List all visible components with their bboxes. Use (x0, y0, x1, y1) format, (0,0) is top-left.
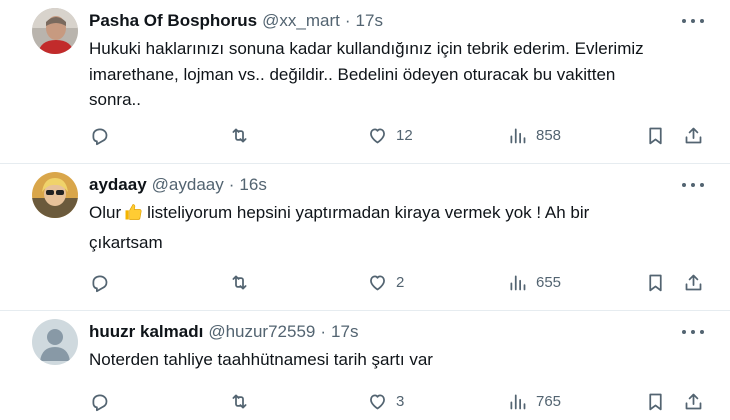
user-photo-avatar-icon (32, 8, 78, 54)
retweet-icon (232, 275, 247, 289)
avatar[interactable] (32, 319, 78, 365)
view-count: 655 (536, 273, 562, 291)
share-icon (685, 274, 702, 290)
tweet-text: Noterden tahliye taahhütnamesi tarih şar… (89, 347, 719, 373)
tweet-header: Pasha Of Bosphorus @xx_mart · 17s (89, 10, 383, 32)
action-bar: 2 655 (89, 270, 709, 294)
reply-feed: Pasha Of Bosphorus @xx_mart · 17s Hukuki ha… (0, 0, 730, 420)
reply-button[interactable] (89, 270, 110, 294)
reply-button[interactable] (89, 389, 110, 413)
timestamp[interactable]: 16s (239, 175, 266, 194)
like-count: 2 (396, 273, 405, 291)
like-icon (370, 394, 385, 409)
timestamp[interactable]: 17s (331, 322, 358, 341)
tweet-text-line: imarethane, lojman vs.. değildir.. Bedel… (89, 64, 616, 84)
tweet-text-line: çıkartsam (89, 232, 163, 252)
more-icon[interactable] (682, 12, 704, 30)
share-button[interactable] (683, 270, 704, 294)
tweet-header: huuzr kalmadı @huzur72559 · 17s (89, 321, 358, 343)
user-photo-avatar-icon (32, 172, 78, 218)
view-count: 858 (536, 126, 562, 144)
more-icon[interactable] (682, 176, 704, 194)
tweet-text: Hukuki haklarınızı sonuna kadar kullandı… (89, 36, 719, 113)
like-button[interactable]: 3 (367, 389, 404, 413)
share-icon (685, 393, 702, 409)
separator-dot: · (344, 11, 351, 30)
reply-button[interactable] (89, 123, 110, 147)
timestamp[interactable]: 17s (356, 11, 383, 30)
tweet-item[interactable]: huuzr kalmadı @huzur72559 · 17s Noterden ta… (0, 311, 730, 420)
like-count: 12 (396, 126, 413, 144)
views-icon (510, 128, 526, 143)
reply-icon (92, 128, 108, 145)
tweet-item[interactable]: aydaay @aydaay · 16s Olur listeliyorum hepsi… (0, 164, 730, 311)
views-button[interactable]: 765 (507, 389, 561, 413)
views-icon (510, 394, 526, 409)
bookmark-icon (649, 274, 662, 291)
action-bar: 12 858 (89, 123, 709, 147)
avatar[interactable] (32, 172, 78, 218)
retweet-icon (232, 394, 247, 408)
tweet-text: Olur listeliyorum hepsini yaptırmadan kir… (89, 200, 719, 255)
like-count: 3 (396, 392, 405, 410)
tweet-text-fragment: Olur (89, 203, 122, 222)
tweet-header: aydaay @aydaay · 16s (89, 174, 267, 196)
default-avatar-icon (32, 319, 78, 365)
bookmark-button[interactable] (645, 270, 666, 294)
thumbs-up-emoji-icon (123, 202, 143, 230)
like-icon (370, 128, 385, 143)
bookmark-button[interactable] (645, 389, 666, 413)
reply-icon (92, 394, 108, 411)
action-bar: 3 765 (89, 389, 709, 413)
retweet-icon (232, 128, 247, 142)
tweet-text-line: Olur listeliyorum hepsini yaptırmadan kir… (89, 200, 719, 230)
separator-dot: · (228, 175, 235, 194)
user-handle[interactable]: @aydaay (152, 175, 224, 194)
share-icon (685, 127, 702, 143)
bookmark-icon (649, 127, 662, 144)
retweet-button[interactable] (229, 123, 250, 147)
tweet-text-line: Hukuki haklarınızı sonuna kadar kullandı… (89, 39, 644, 58)
display-name[interactable]: Pasha Of Bosphorus (89, 11, 257, 30)
separator-dot: · (320, 322, 327, 341)
retweet-button[interactable] (229, 270, 250, 294)
user-handle[interactable]: @huzur72559 (208, 322, 315, 341)
like-button[interactable]: 12 (367, 123, 413, 147)
display-name[interactable]: huuzr kalmadı (89, 322, 203, 341)
tweet-item[interactable]: Pasha Of Bosphorus @xx_mart · 17s Hukuki ha… (0, 0, 730, 164)
user-handle[interactable]: @xx_mart (262, 11, 340, 30)
avatar[interactable] (32, 8, 78, 54)
tweet-text-line: sonra.. (89, 90, 141, 109)
view-count: 765 (536, 392, 562, 410)
like-button[interactable]: 2 (367, 270, 404, 294)
more-icon[interactable] (682, 323, 704, 341)
tweet-text-line: Noterden tahliye taahhütnamesi tarih şar… (89, 350, 433, 369)
display-name[interactable]: aydaay (89, 175, 147, 194)
views-button[interactable]: 655 (507, 270, 561, 294)
reply-icon (92, 275, 108, 292)
views-button[interactable]: 858 (507, 123, 561, 147)
retweet-button[interactable] (229, 389, 250, 413)
like-icon (370, 275, 385, 290)
tweet-text-fragment: listeliyorum hepsini yaptırmadan kiraya … (147, 203, 590, 222)
bookmark-icon (649, 393, 662, 410)
bookmark-button[interactable] (645, 123, 666, 147)
views-icon (510, 275, 526, 290)
share-button[interactable] (683, 123, 704, 147)
share-button[interactable] (683, 389, 704, 413)
